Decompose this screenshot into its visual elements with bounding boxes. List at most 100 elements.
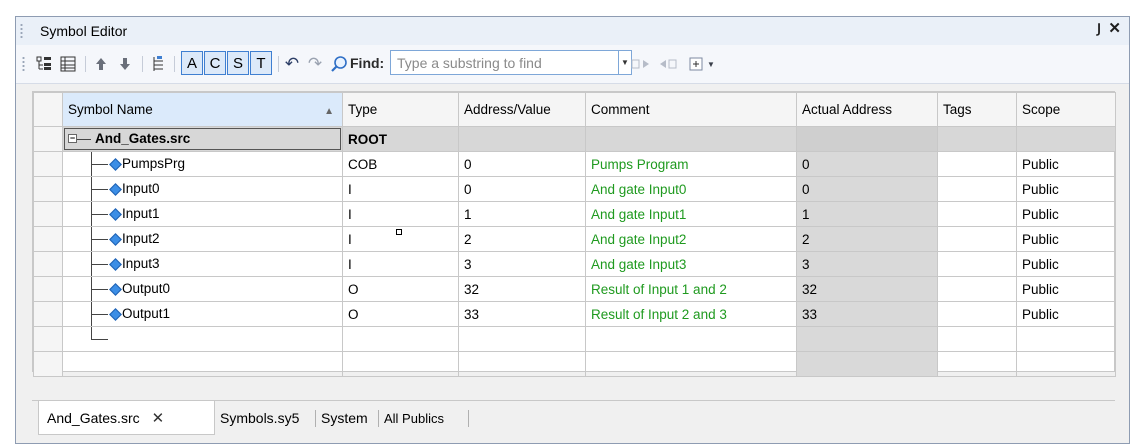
symbol-editor-panel: Symbol Editor 𝖩 ✕ A C S T ↶ ↷ Find: Type… <box>15 16 1130 444</box>
symbol-comment[interactable]: Result of Input 1 and 2 <box>585 276 797 302</box>
symbol-name: Input1 <box>122 206 160 221</box>
grip-handle[interactable] <box>20 23 23 39</box>
symbol-address[interactable]: 32 <box>458 276 586 302</box>
symbol-address[interactable]: 33 <box>458 301 586 327</box>
tab-system[interactable]: System <box>321 401 368 435</box>
symbol-comment[interactable]: And gate Input1 <box>585 201 797 227</box>
root-type[interactable]: ROOT <box>342 126 459 152</box>
symbol-type[interactable]: O <box>342 276 459 302</box>
toggle-t-button[interactable]: T <box>250 51 272 75</box>
redo-icon[interactable]: ↷ <box>304 53 326 75</box>
find-label: Find: <box>350 55 385 71</box>
insert-symbol-icon[interactable] <box>148 53 168 75</box>
symbol-tags[interactable] <box>937 301 1017 327</box>
symbol-type[interactable]: I <box>342 201 459 227</box>
table-row[interactable]: Output0 O 32 Result of Input 1 and 2 32 … <box>33 276 1116 302</box>
symbol-address[interactable]: 3 <box>458 251 586 277</box>
symbol-scope[interactable]: Public <box>1016 151 1116 177</box>
toggle-c-button[interactable]: C <box>204 51 226 75</box>
table-row[interactable]: Input1 I 1 And gate Input1 1 Public <box>33 201 1116 227</box>
symbol-actual-address: 0 <box>796 176 938 202</box>
title-bar: Symbol Editor 𝖩 ✕ <box>16 17 1129 46</box>
symbol-scope[interactable]: Public <box>1016 201 1116 227</box>
symbol-icon <box>109 258 122 271</box>
symbol-tags[interactable] <box>937 151 1017 177</box>
column-header-comment[interactable]: Comment <box>585 92 797 127</box>
expand-all-icon[interactable] <box>685 53 707 75</box>
symbol-scope[interactable]: Public <box>1016 301 1116 327</box>
pin-icon[interactable]: 𝖩 <box>1097 21 1101 37</box>
find-next-icon[interactable] <box>656 53 680 75</box>
table-row[interactable]: Output1 O 33 Result of Input 2 and 3 33 … <box>33 301 1116 327</box>
table-row[interactable]: Input0 I 0 And gate Input0 0 Public <box>33 176 1116 202</box>
symbol-address[interactable]: 1 <box>458 201 586 227</box>
symbol-actual-address: 2 <box>796 226 938 252</box>
toolbar-grip[interactable] <box>22 56 25 72</box>
table-row[interactable]: Input2 I 2 And gate Input2 2 Public <box>33 226 1116 252</box>
table-row-empty[interactable] <box>33 351 1116 377</box>
symbol-comment[interactable]: And gate Input2 <box>585 226 797 252</box>
tab-label: Symbols.sy5 <box>220 410 300 426</box>
column-header-type[interactable]: Type <box>342 92 459 127</box>
column-header-tags[interactable]: Tags <box>937 92 1017 127</box>
symbol-address[interactable]: 2 <box>458 226 586 252</box>
symbol-type[interactable]: I <box>342 226 459 252</box>
symbol-name: Output0 <box>122 281 171 296</box>
row-header-corner <box>33 92 63 127</box>
symbol-scope[interactable]: Public <box>1016 276 1116 302</box>
symbol-comment[interactable]: Pumps Program <box>585 151 797 177</box>
symbol-address[interactable]: 0 <box>458 151 586 177</box>
symbol-name: Input3 <box>122 256 160 271</box>
table-row-new[interactable] <box>33 326 1116 352</box>
resize-handle[interactable] <box>396 229 402 235</box>
find-magnifier-icon[interactable] <box>328 53 350 75</box>
find-input[interactable] <box>390 50 619 75</box>
tab-label: All Publics <box>384 410 444 426</box>
symbol-tags[interactable] <box>937 226 1017 252</box>
find-previous-icon[interactable] <box>629 53 653 75</box>
symbol-comment[interactable]: And gate Input3 <box>585 251 797 277</box>
chevron-down-icon[interactable]: ▼ <box>705 53 717 75</box>
collapse-icon[interactable]: − <box>68 134 77 143</box>
toggle-a-button[interactable]: A <box>181 51 203 75</box>
symbol-tags[interactable] <box>937 251 1017 277</box>
close-tab-icon[interactable]: ✕ <box>152 409 165 427</box>
table-row[interactable]: PumpsPrg COB 0 Pumps Program 0 Public <box>33 151 1116 177</box>
root-name-cell[interactable]: − And_Gates.src <box>62 126 343 152</box>
move-up-icon[interactable] <box>91 53 111 75</box>
symbol-scope[interactable]: Public <box>1016 226 1116 252</box>
symbol-tags[interactable] <box>937 176 1017 202</box>
symbol-scope[interactable]: Public <box>1016 176 1116 202</box>
column-header-actual-address[interactable]: Actual Address <box>796 92 938 127</box>
symbol-type[interactable]: COB <box>342 151 459 177</box>
symbol-type[interactable]: I <box>342 176 459 202</box>
column-header-scope[interactable]: Scope <box>1016 92 1116 127</box>
symbol-icon <box>109 158 122 171</box>
symbol-tags[interactable] <box>937 201 1017 227</box>
table-row[interactable]: Input3 I 3 And gate Input3 3 Public <box>33 251 1116 277</box>
close-icon[interactable]: ✕ <box>1108 19 1121 37</box>
tab-and-gates[interactable]: And_Gates.src ✕ <box>38 401 215 435</box>
symbol-actual-address: 0 <box>796 151 938 177</box>
tab-symbols[interactable]: Symbols.sy5 <box>220 401 299 435</box>
tab-all-publics[interactable]: All Publics <box>384 401 444 435</box>
symbol-comment[interactable]: And gate Input0 <box>585 176 797 202</box>
column-header-symbol-name[interactable]: Symbol Name ▲ <box>62 92 343 127</box>
symbol-tags[interactable] <box>937 276 1017 302</box>
list-view-icon[interactable] <box>58 53 78 75</box>
column-label: Symbol Name <box>68 102 153 117</box>
tree-view-icon[interactable] <box>34 53 54 75</box>
symbol-scope[interactable]: Public <box>1016 251 1116 277</box>
table-row-root[interactable]: − And_Gates.src ROOT <box>33 126 1116 152</box>
toggle-s-button[interactable]: S <box>227 51 249 75</box>
undo-icon[interactable]: ↶ <box>281 53 303 75</box>
column-header-address-value[interactable]: Address/Value <box>458 92 586 127</box>
document-tabs: And_Gates.src ✕ Symbols.sy5 System All P… <box>32 400 1115 436</box>
symbol-name: PumpsPrg <box>122 156 186 171</box>
symbol-comment[interactable]: Result of Input 2 and 3 <box>585 301 797 327</box>
symbol-type[interactable]: I <box>342 251 459 277</box>
symbol-type[interactable]: O <box>342 301 459 327</box>
move-down-icon[interactable] <box>115 53 135 75</box>
symbol-address[interactable]: 0 <box>458 176 586 202</box>
symbol-icon <box>109 233 122 246</box>
